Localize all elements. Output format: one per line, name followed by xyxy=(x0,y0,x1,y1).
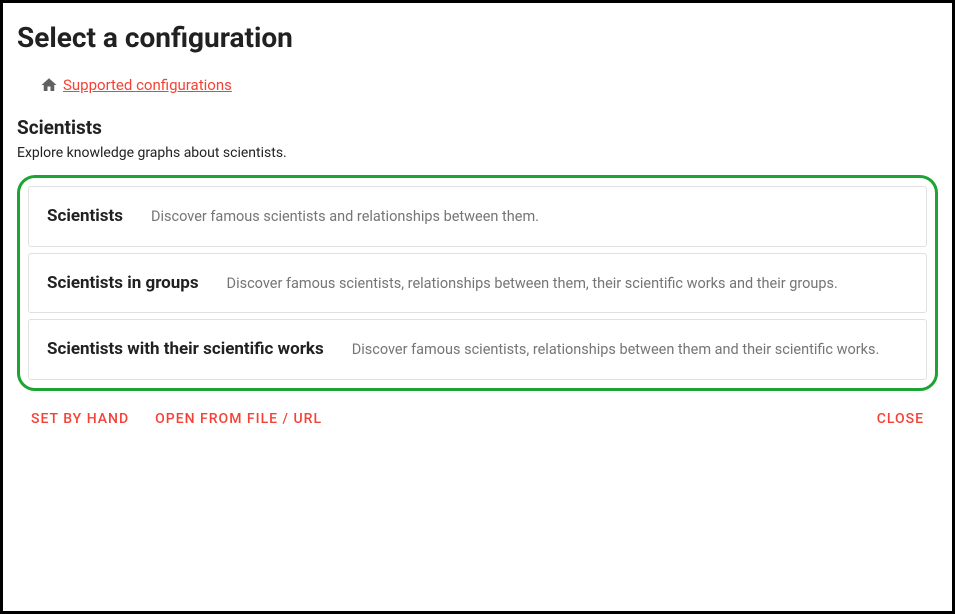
open-from-file-button[interactable]: OPEN FROM FILE / URL xyxy=(151,405,326,433)
breadcrumb: Supported configurations xyxy=(39,76,938,94)
config-list-frame: Scientists Discover famous scientists an… xyxy=(17,175,938,391)
section-description: Explore knowledge graphs about scientist… xyxy=(17,145,938,161)
config-item-description: Discover famous scientists, relationship… xyxy=(227,275,838,292)
config-item-title: Scientists with their scientific works xyxy=(47,339,324,359)
dialog-title: Select a configuration xyxy=(17,21,938,54)
set-by-hand-button[interactable]: SET BY HAND xyxy=(27,405,133,433)
close-button[interactable]: CLOSE xyxy=(873,405,928,433)
config-item-scientists-in-groups[interactable]: Scientists in groups Discover famous sci… xyxy=(28,253,927,314)
supported-configurations-link[interactable]: Supported configurations xyxy=(63,76,232,94)
section-title: Scientists xyxy=(17,116,938,139)
home-icon xyxy=(39,76,59,94)
dialog-actions: SET BY HAND OPEN FROM FILE / URL CLOSE xyxy=(17,405,938,433)
config-item-scientists-works[interactable]: Scientists with their scientific works D… xyxy=(28,319,927,380)
config-item-title: Scientists xyxy=(47,206,123,226)
config-item-description: Discover famous scientists, relationship… xyxy=(352,341,880,358)
config-item-title: Scientists in groups xyxy=(47,273,199,293)
config-item-scientists[interactable]: Scientists Discover famous scientists an… xyxy=(28,186,927,247)
config-item-description: Discover famous scientists and relations… xyxy=(151,208,539,225)
